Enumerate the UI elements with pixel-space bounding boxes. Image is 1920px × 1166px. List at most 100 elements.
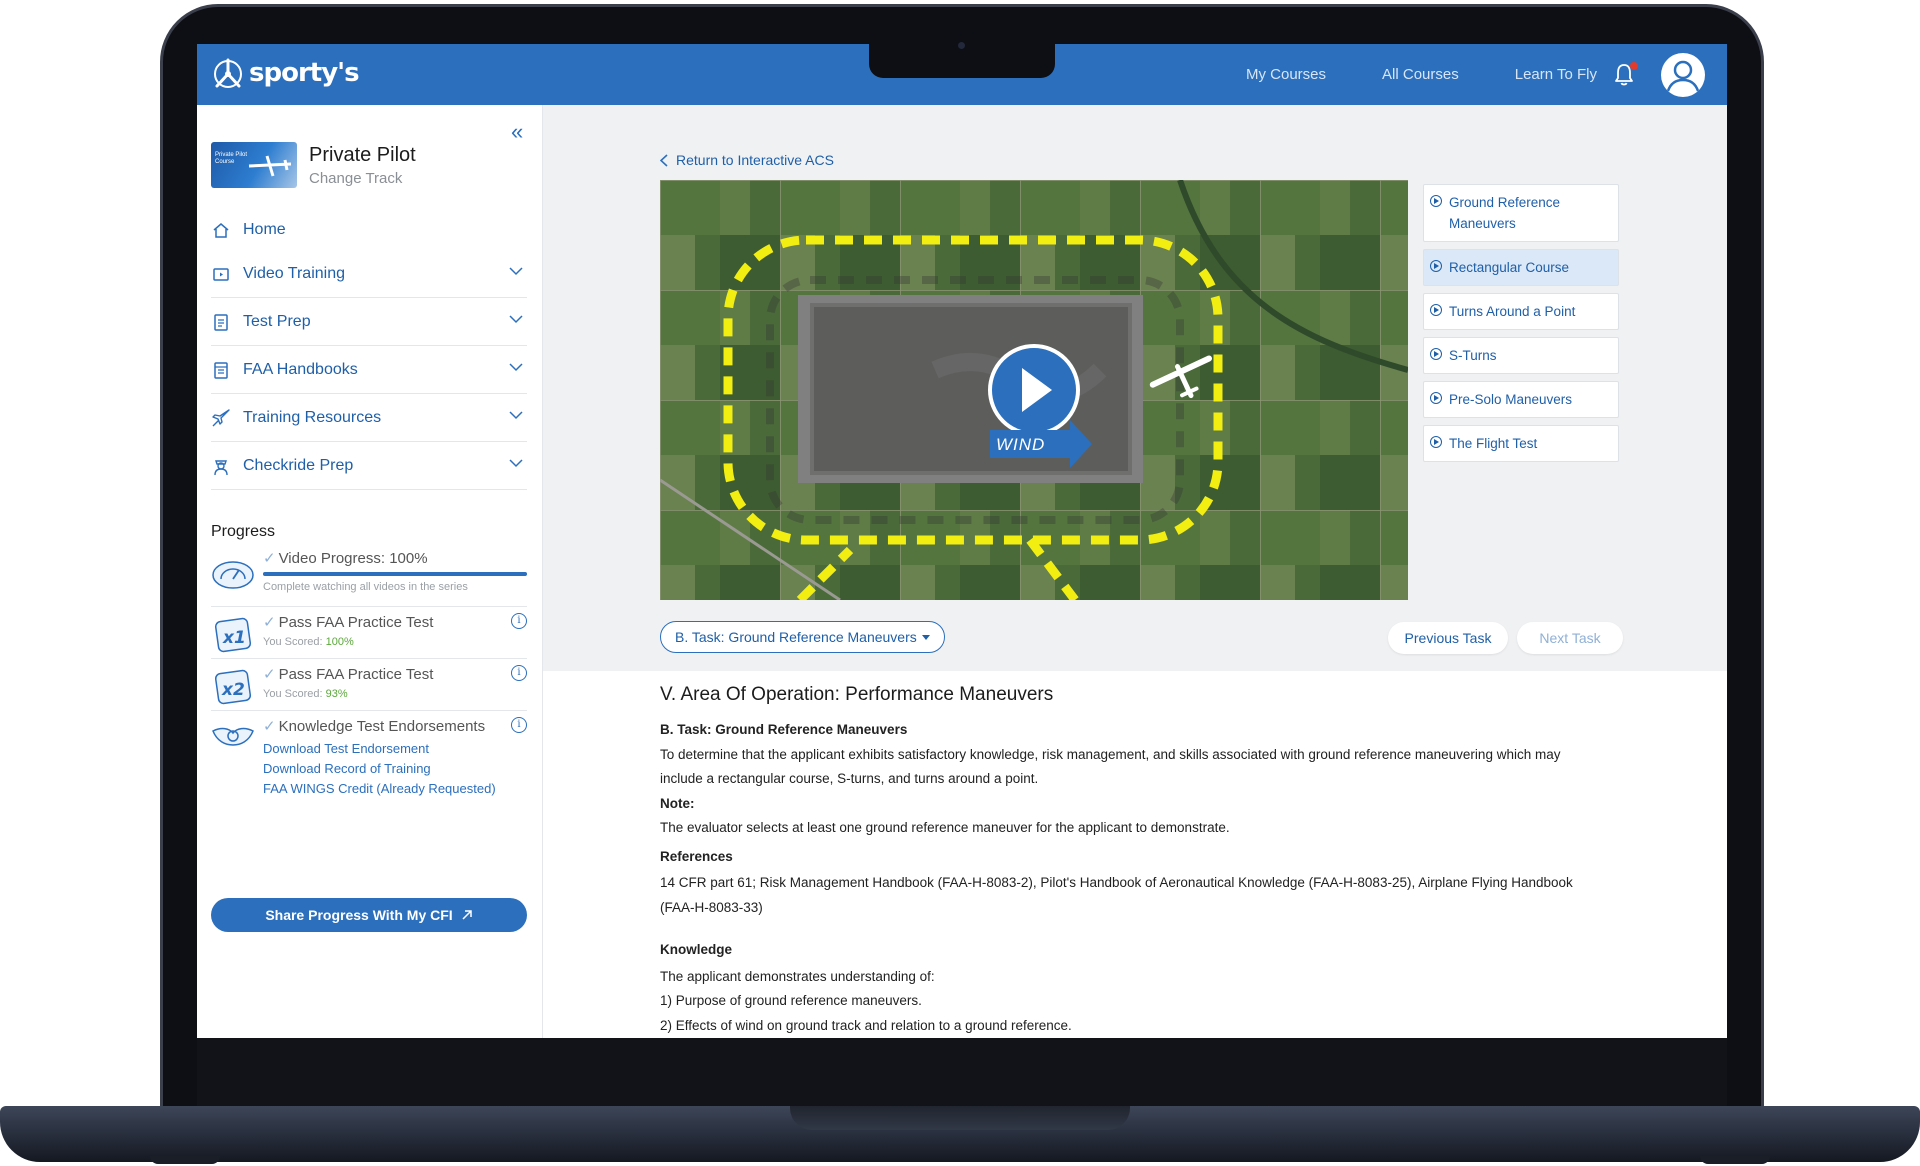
logo-text: sporty's bbox=[249, 58, 360, 88]
references-heading: References bbox=[660, 848, 733, 864]
bell-icon[interactable] bbox=[1613, 62, 1638, 88]
plane-icon bbox=[211, 408, 231, 428]
laptop-bezel bbox=[197, 1038, 1727, 1110]
sidebar-menu: Home Video Training Test Prep FAA Handbo… bbox=[211, 210, 527, 490]
video-player[interactable]: WIND bbox=[660, 180, 1408, 600]
return-link-label: Return to Interactive ACS bbox=[676, 152, 834, 168]
laptop-foot-right bbox=[1700, 1156, 1770, 1164]
play-circle-icon bbox=[1430, 195, 1442, 207]
nav-learn-to-fly[interactable]: Learn To Fly bbox=[1515, 66, 1597, 83]
play-circle-icon bbox=[1430, 392, 1442, 404]
endorsements-row: ✓ Knowledge Test Endorsements i Download … bbox=[211, 711, 527, 801]
video-progress-row: ✓ Video Progress: 100% Complete watching … bbox=[211, 547, 527, 607]
gauge-icon bbox=[212, 561, 254, 589]
share-progress-label: Share Progress With My CFI bbox=[265, 907, 453, 923]
play-circle-icon bbox=[1430, 436, 1442, 448]
knowledge-item: 1) Purpose of ground reference maneuvers… bbox=[660, 993, 922, 1008]
course-header: Private Pilot Course Private Pilot Chang… bbox=[211, 142, 416, 188]
collapse-sidebar-icon[interactable]: « bbox=[511, 119, 523, 145]
svg-text:x2: x2 bbox=[221, 680, 245, 700]
knowledge-intro: The applicant demonstrates understanding… bbox=[660, 968, 935, 984]
endorsements-title: ✓ Knowledge Test Endorsements bbox=[263, 718, 486, 735]
next-task-button[interactable]: Next Task bbox=[1517, 622, 1623, 654]
practice-test-2-row: x2 ✓ Pass FAA Practice Test i You Scored:… bbox=[211, 659, 527, 711]
previous-task-button[interactable]: Previous Task bbox=[1388, 622, 1508, 654]
sidebar-item-checkride-prep[interactable]: Checkride Prep bbox=[211, 442, 527, 490]
play-circle-icon bbox=[1430, 304, 1442, 316]
chevron-left-icon bbox=[660, 153, 668, 167]
practice-test-1-score: You Scored: 100% bbox=[263, 636, 354, 648]
wings-badge-icon bbox=[212, 727, 254, 746]
notification-dot bbox=[1630, 62, 1638, 70]
clipboard-icon bbox=[211, 312, 231, 332]
task-ground-reference-maneuvers[interactable]: Ground Reference Maneuvers bbox=[1423, 184, 1619, 242]
sidebar-item-label: Video Training bbox=[243, 264, 345, 282]
logo[interactable]: sporty's bbox=[211, 56, 360, 90]
knowledge-item: 2) Effects of wind on ground track and r… bbox=[660, 1017, 1072, 1033]
sidebar-item-faa-handbooks[interactable]: FAA Handbooks bbox=[211, 346, 527, 394]
sidebar-item-home[interactable]: Home bbox=[211, 210, 527, 250]
laptop-foot-left bbox=[150, 1156, 220, 1164]
info-icon[interactable]: i bbox=[511, 717, 527, 733]
task-heading: B. Task: Ground Reference Maneuvers bbox=[660, 722, 908, 737]
aerial-farmland-image bbox=[660, 180, 1408, 600]
home-icon bbox=[211, 220, 231, 240]
chevron-down-icon[interactable] bbox=[509, 459, 523, 468]
download-record-of-training-link[interactable]: Download Record of Training bbox=[263, 761, 431, 776]
task-the-flight-test[interactable]: The Flight Test bbox=[1423, 425, 1619, 462]
knowledge-heading: Knowledge bbox=[660, 942, 733, 957]
practice-test-1-title: ✓ Pass FAA Practice Test bbox=[263, 614, 434, 631]
return-to-acs-link[interactable]: Return to Interactive ACS bbox=[660, 152, 834, 168]
sidebar-item-label: Test Prep bbox=[243, 312, 311, 330]
task-turns-around-a-point[interactable]: Turns Around a Point bbox=[1423, 293, 1619, 330]
share-progress-button[interactable]: Share Progress With My CFI bbox=[211, 898, 527, 932]
camera-notch bbox=[869, 40, 1055, 78]
caret-down-icon bbox=[921, 634, 930, 640]
video-progress-title: ✓ Video Progress: 100% bbox=[263, 550, 428, 567]
sidebar-item-label: Checkride Prep bbox=[243, 456, 354, 474]
faa-wings-credit-link[interactable]: FAA WINGS Credit (Already Requested) bbox=[263, 781, 496, 796]
play-circle-icon bbox=[1430, 348, 1442, 360]
references-text: 14 CFR part 61; Risk Management Handbook… bbox=[660, 875, 1573, 915]
main-nav: My Courses All Courses Learn To Fly bbox=[1246, 66, 1597, 83]
note-heading: Note: bbox=[660, 795, 695, 811]
sidebar-item-video-training[interactable]: Video Training bbox=[211, 250, 527, 298]
course-thumbnail[interactable]: Private Pilot Course bbox=[211, 142, 297, 188]
task-pre-solo-maneuvers[interactable]: Pre-Solo Maneuvers bbox=[1423, 381, 1619, 418]
chevron-down-icon[interactable] bbox=[509, 267, 523, 276]
info-icon[interactable]: i bbox=[511, 665, 527, 681]
chevron-down-icon[interactable] bbox=[509, 363, 523, 372]
course-thumbnail-text: Private Pilot Course bbox=[215, 152, 248, 165]
task-rectangular-course[interactable]: Rectangular Course bbox=[1423, 249, 1619, 286]
test-x2-icon: x2 bbox=[214, 669, 252, 705]
task-s-turns[interactable]: S-Turns bbox=[1423, 337, 1619, 374]
sidebar-item-label: FAA Handbooks bbox=[243, 360, 358, 378]
svg-text:x1: x1 bbox=[222, 628, 246, 648]
change-track-link[interactable]: Change Track bbox=[309, 170, 416, 187]
chevron-down-icon[interactable] bbox=[509, 315, 523, 324]
chevron-down-icon[interactable] bbox=[509, 411, 523, 420]
task-list: Ground Reference Maneuvers Rectangular C… bbox=[1423, 184, 1619, 469]
video-progress-bar bbox=[263, 572, 527, 576]
practice-test-1-row: x1 ✓ Pass FAA Practice Test i You Scored:… bbox=[211, 607, 527, 659]
sidebar: « Private Pilot Course Private Pilot Cha… bbox=[197, 105, 543, 1038]
sidebar-item-training-resources[interactable]: Training Resources bbox=[211, 394, 527, 442]
sidebar-item-test-prep[interactable]: Test Prep bbox=[211, 298, 527, 346]
video-progress-sub: Complete watching all videos in the seri… bbox=[263, 581, 468, 593]
video-icon bbox=[211, 264, 231, 284]
task-dropdown-label: B. Task: Ground Reference Maneuvers bbox=[675, 629, 917, 645]
task-dropdown[interactable]: B. Task: Ground Reference Maneuvers bbox=[660, 621, 945, 653]
nav-my-courses[interactable]: My Courses bbox=[1246, 66, 1326, 83]
external-arrow-icon bbox=[462, 910, 472, 920]
book-icon bbox=[211, 360, 231, 380]
camera-icon bbox=[958, 42, 965, 49]
laptop-screen: sporty's My Courses All Courses Learn To… bbox=[197, 44, 1727, 1038]
info-icon[interactable]: i bbox=[511, 613, 527, 629]
sidebar-item-label: Home bbox=[243, 221, 286, 238]
course-title: Private Pilot bbox=[309, 143, 416, 166]
nav-all-courses[interactable]: All Courses bbox=[1382, 66, 1459, 83]
practice-test-2-score: You Scored: 93% bbox=[263, 688, 348, 700]
download-test-endorsement-link[interactable]: Download Test Endorsement bbox=[263, 741, 429, 756]
user-avatar-icon[interactable] bbox=[1661, 53, 1705, 97]
sidebar-item-label: Training Resources bbox=[243, 408, 382, 426]
